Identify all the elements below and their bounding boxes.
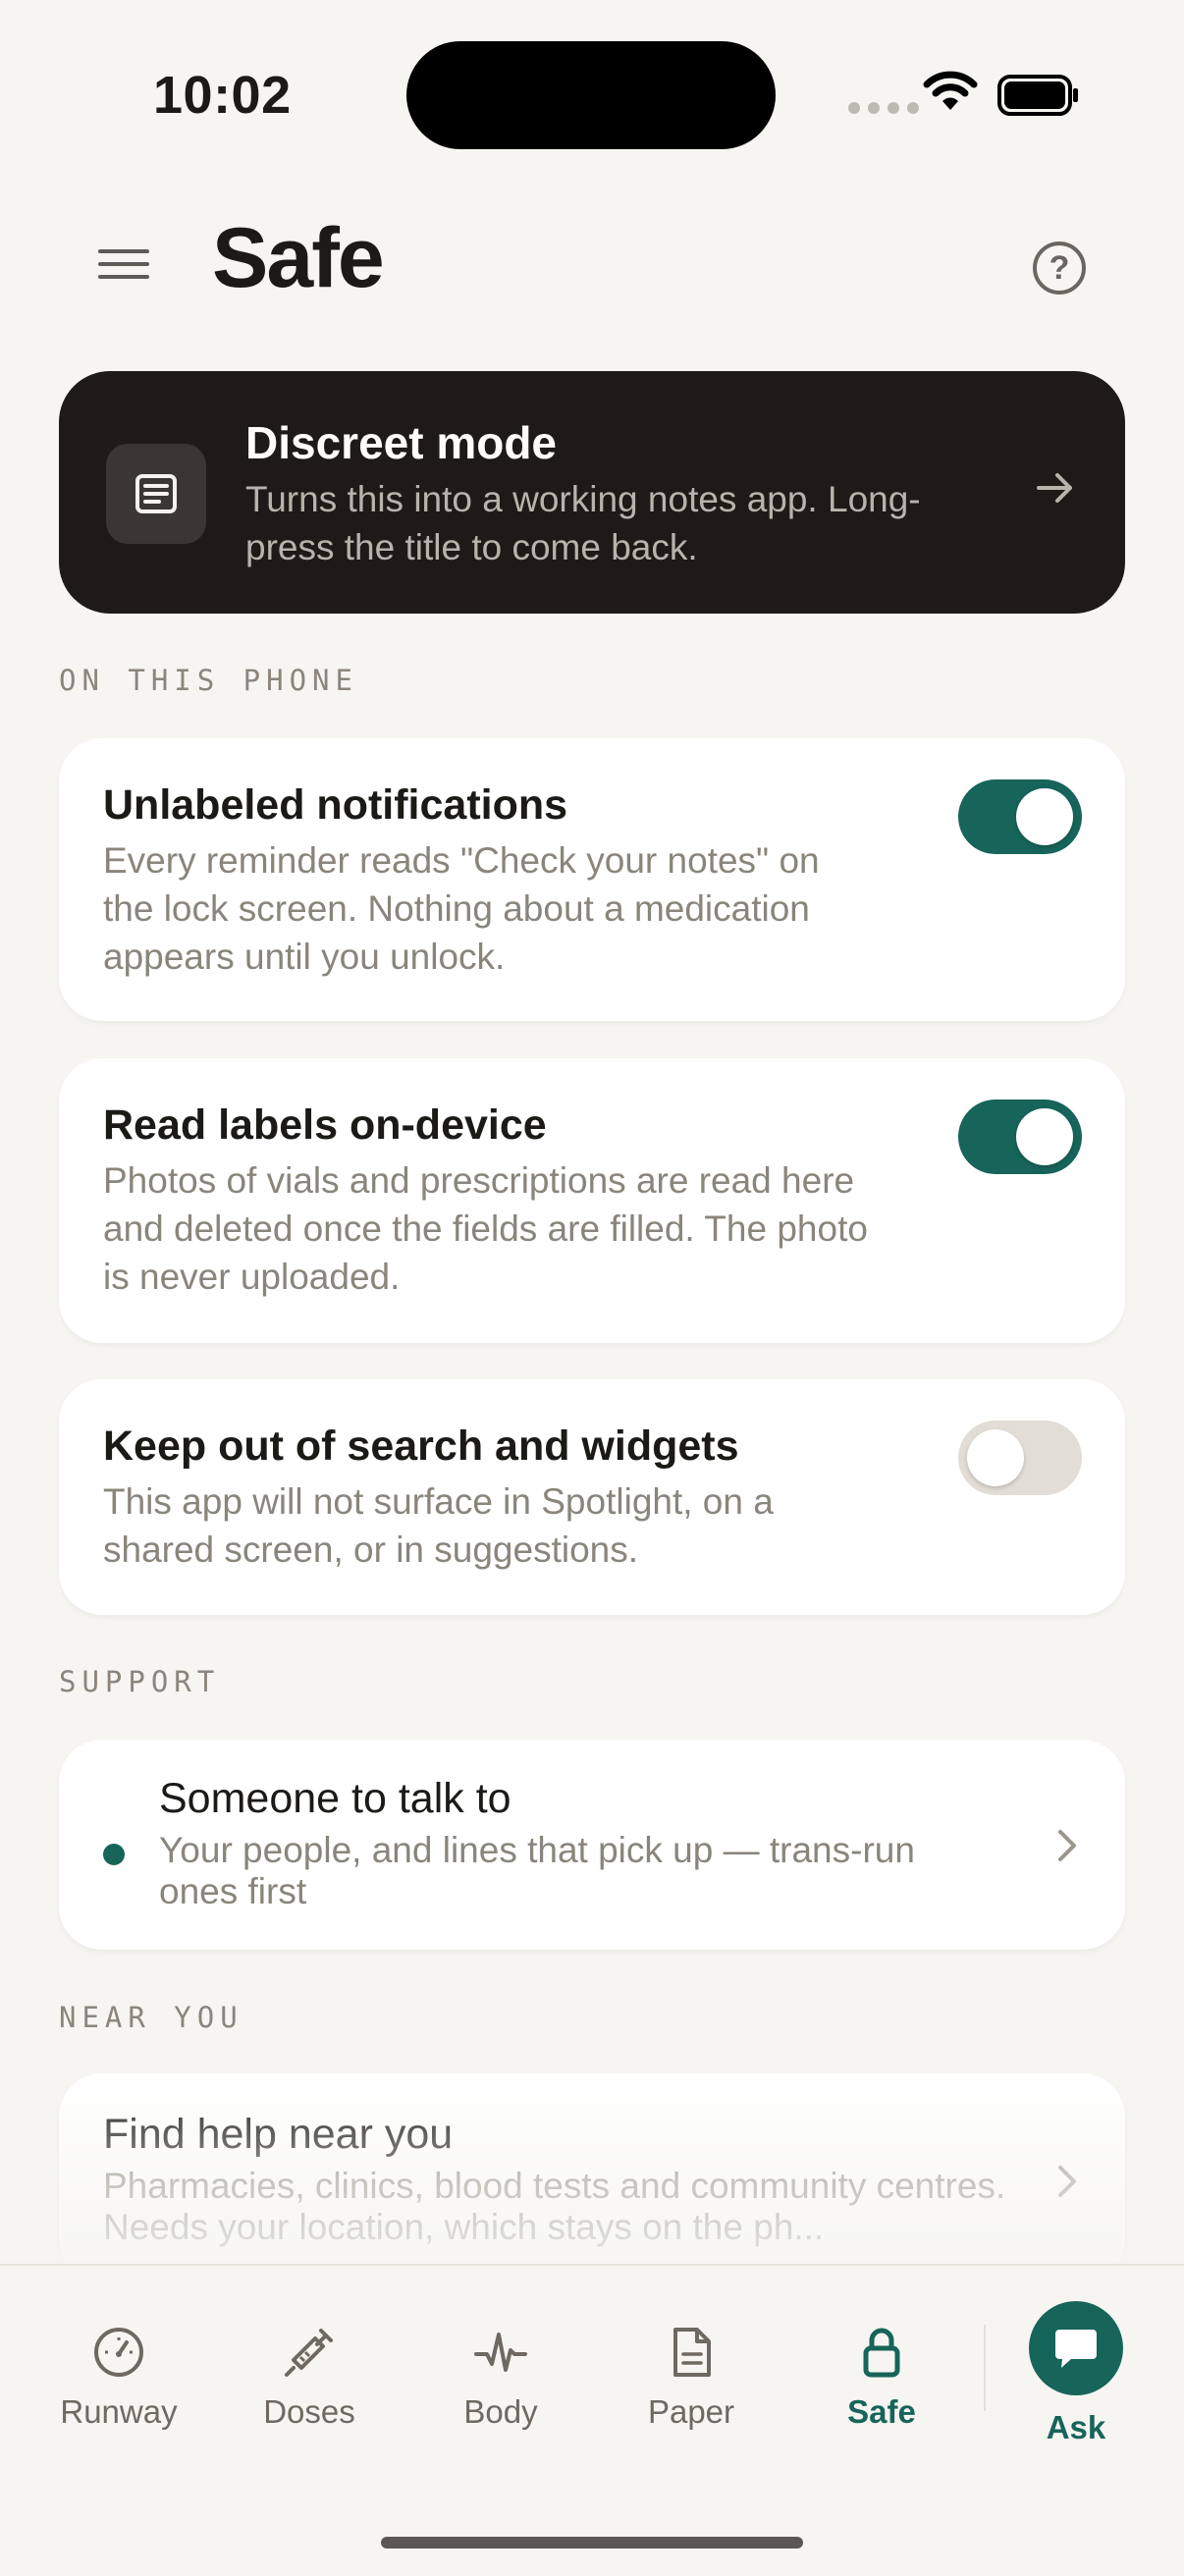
- tab-label: Runway: [60, 2393, 178, 2430]
- status-time: 10:02: [153, 66, 292, 125]
- ask-label: Ask: [1046, 2409, 1106, 2445]
- toggle-unlabeled-notifications[interactable]: [958, 779, 1082, 854]
- tab-doses[interactable]: Doses: [221, 2325, 398, 2431]
- near-you-description: Pharmacies, clinics, blood tests and com…: [103, 2166, 1006, 2247]
- tab-body[interactable]: Body: [412, 2325, 589, 2431]
- tab-label: Paper: [647, 2393, 735, 2430]
- setting-description: This app will not surface in Spotlight, …: [103, 1481, 774, 1570]
- support-description: Your people, and lines that pick up — tr…: [159, 1830, 915, 1911]
- gauge-icon: [94, 2328, 143, 2377]
- setting-description: Every reminder reads "Check your notes" …: [103, 840, 820, 977]
- chevron-right-icon: [1058, 1830, 1076, 1861]
- page-title: Safe: [212, 211, 385, 305]
- setting-title: Unlabeled notifications: [103, 781, 568, 829]
- setting-description: Photos of vials and prescriptions are re…: [103, 1160, 868, 1297]
- toggle-keep-out-of-search[interactable]: [958, 1421, 1082, 1495]
- section-header-support: SUPPORT: [59, 1665, 221, 1698]
- toggle-read-labels-on-device[interactable]: [958, 1100, 1082, 1174]
- discreet-mode-description: Turns this into a working notes app. Lon…: [245, 479, 921, 567]
- help-glyph: ?: [1049, 248, 1070, 287]
- arrow-right-icon: [1037, 473, 1072, 503]
- syringe-icon: [285, 2329, 333, 2377]
- hamburger-icon[interactable]: [98, 249, 149, 283]
- near-you-title: Find help near you: [103, 2111, 454, 2158]
- notes-icon: [106, 444, 206, 544]
- tab-label: Body: [463, 2393, 538, 2430]
- section-header-on-this-phone: ON THIS PHONE: [59, 664, 358, 697]
- battery-icon: [997, 75, 1078, 116]
- pulse-icon: [474, 2333, 527, 2372]
- home-indicator[interactable]: [381, 2537, 803, 2549]
- chat-bubble-icon: [1055, 2330, 1097, 2368]
- question-circle-icon[interactable]: ?: [1033, 242, 1086, 295]
- discreet-mode-card[interactable]: Discreet mode Turns this into a working …: [59, 371, 1125, 614]
- status-dot: [103, 1844, 125, 1865]
- near-you-row-find-help[interactable]: Find help near you Pharmacies, clinics, …: [59, 2073, 1125, 2283]
- section-header-near-you: NEAR YOU: [59, 2001, 243, 2034]
- tab-label: Doses: [263, 2393, 355, 2430]
- dynamic-island: [406, 41, 776, 149]
- setting-title: Read labels on-device: [103, 1101, 547, 1149]
- ask-button[interactable]: [1029, 2301, 1123, 2395]
- tab-paper[interactable]: Paper: [603, 2325, 780, 2431]
- tab-safe[interactable]: Safe: [793, 2325, 970, 2431]
- document-icon: [673, 2328, 711, 2377]
- discreet-mode-title: Discreet mode: [245, 417, 558, 468]
- cellular-signal-icon: [848, 102, 919, 114]
- setting-card-keep-out-of-search: Keep out of search and widgets This app …: [59, 1379, 1125, 1615]
- nav-divider: [984, 2325, 986, 2411]
- setting-card-unlabeled-notifications: Unlabeled notifications Every reminder r…: [59, 738, 1125, 1021]
- support-row-someone-to-talk-to[interactable]: Someone to talk to Your people, and line…: [59, 1740, 1125, 1950]
- chevron-right-icon: [1058, 2166, 1076, 2197]
- setting-title: Keep out of search and widgets: [103, 1422, 739, 1470]
- bottom-tab-bar: Runway Doses Body Paper Safe: [0, 2264, 1184, 2576]
- support-title: Someone to talk to: [159, 1775, 511, 1822]
- tab-label: Safe: [847, 2393, 916, 2430]
- tab-runway[interactable]: Runway: [30, 2325, 207, 2431]
- setting-card-read-labels: Read labels on-device Photos of vials an…: [59, 1058, 1125, 1343]
- lock-icon: [863, 2328, 900, 2378]
- wifi-icon: [923, 71, 978, 110]
